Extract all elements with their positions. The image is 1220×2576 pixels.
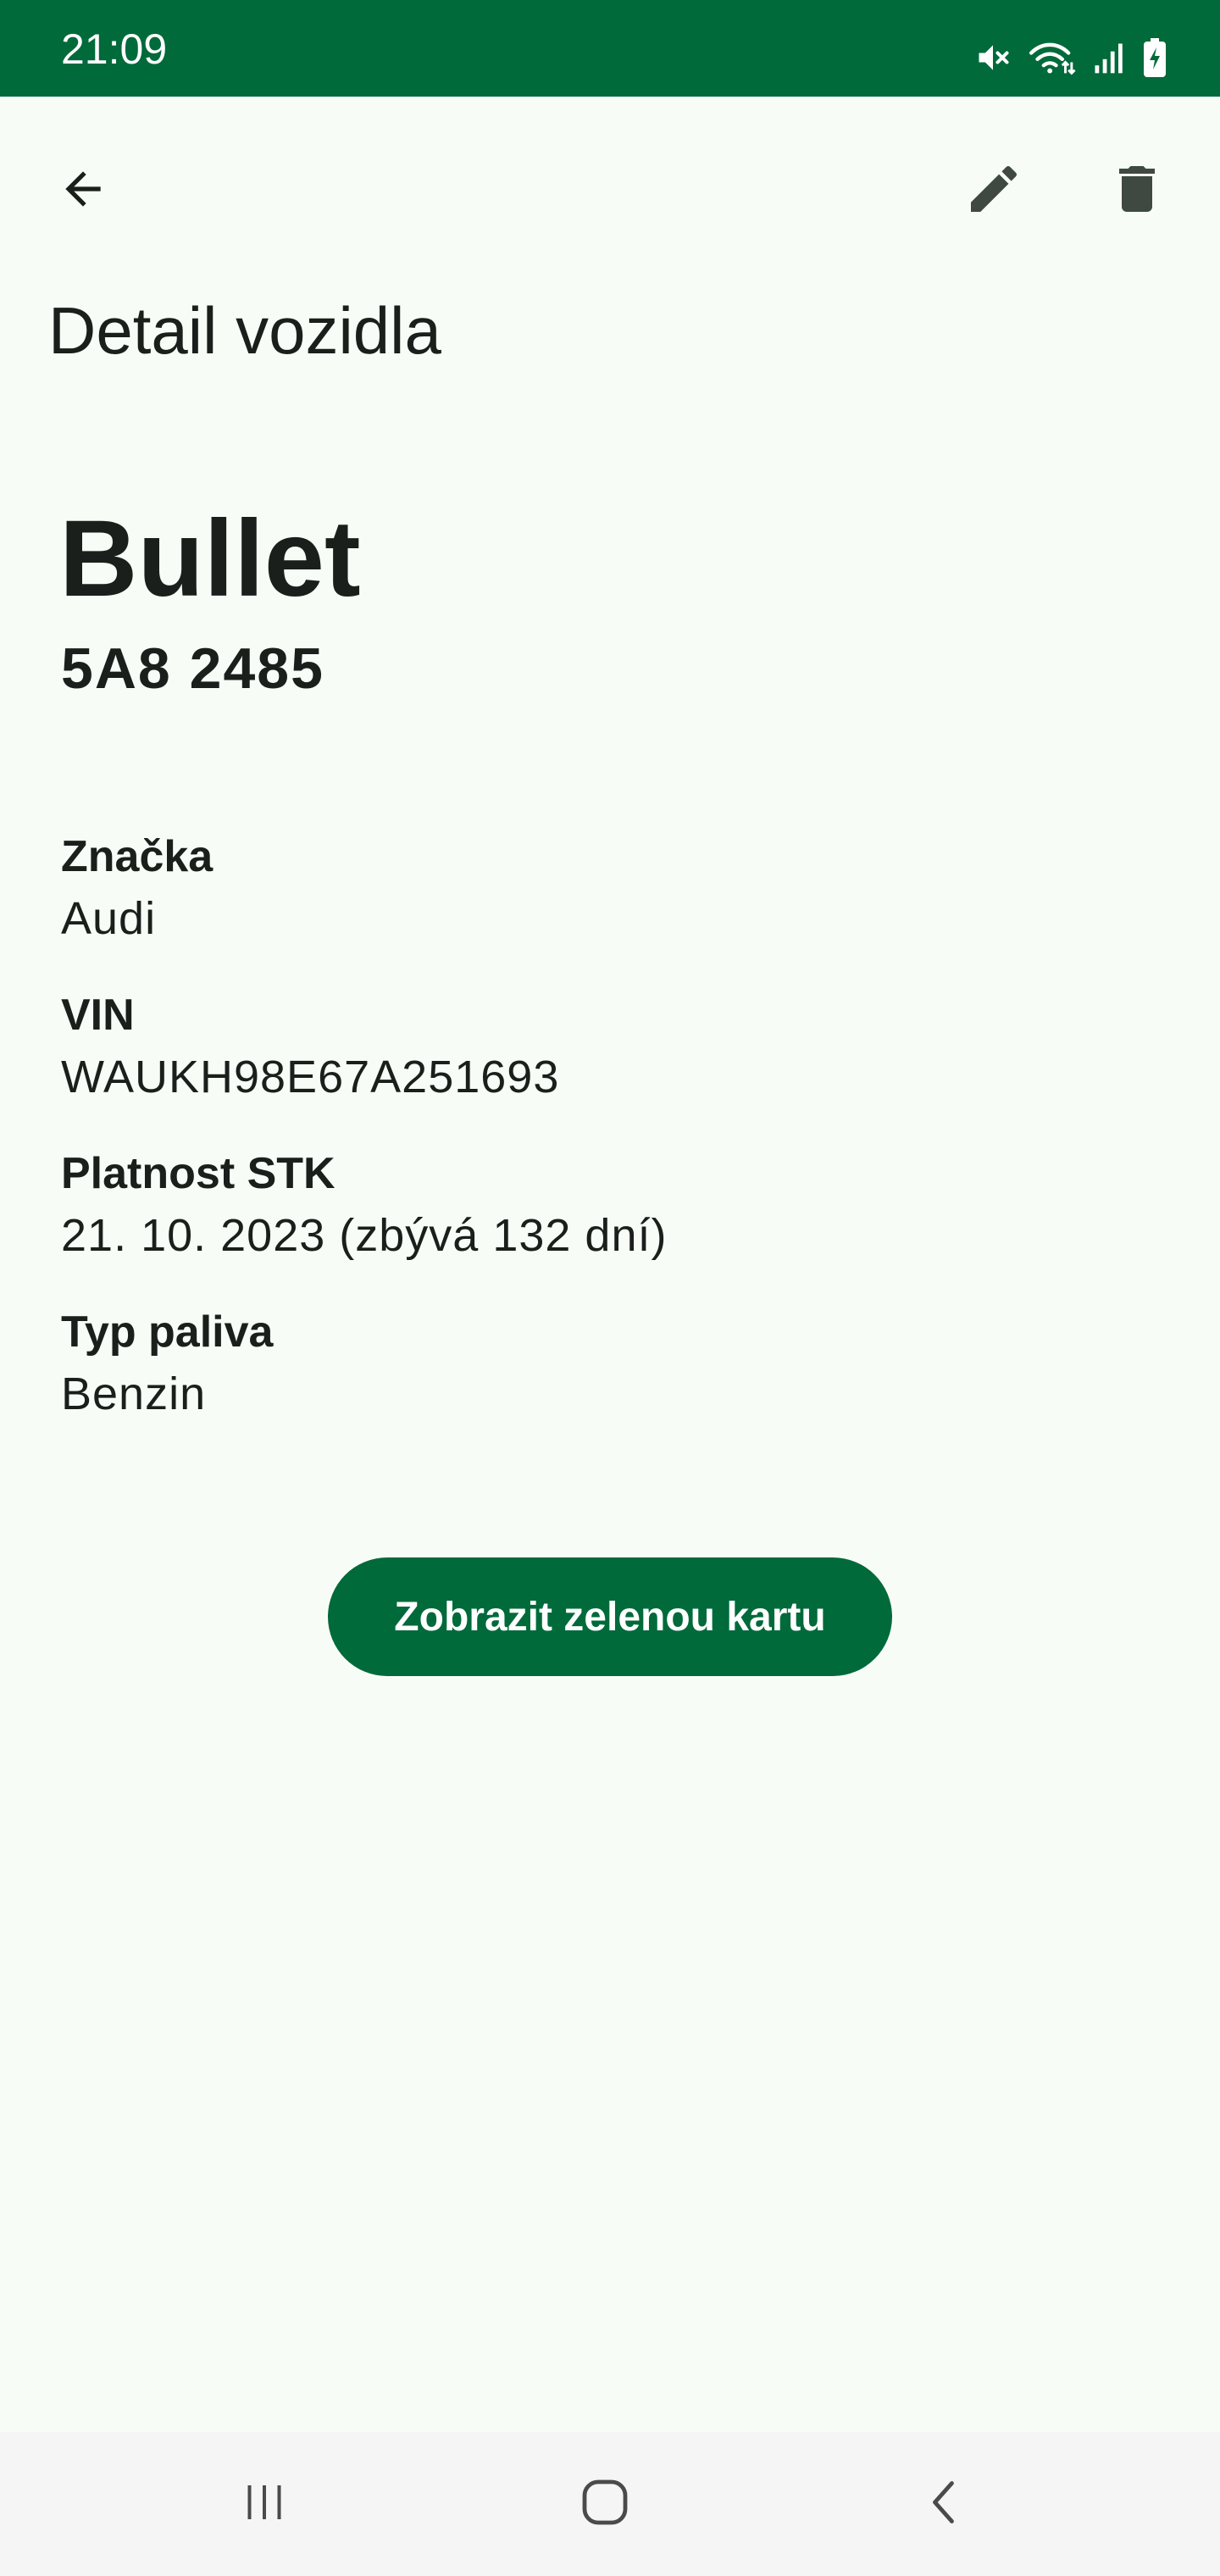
- vehicle-name: Bullet: [59, 498, 361, 619]
- detail-item-stk: Platnost STK 21. 10. 2023 (zbývá 132 dní…: [61, 1144, 1162, 1302]
- signal-icon: [1091, 39, 1127, 76]
- recent-apps-icon: [239, 2477, 290, 2532]
- back-button[interactable]: [32, 140, 134, 242]
- detail-value: WAUKH98E67A251693: [61, 1052, 560, 1102]
- vehicle-plate: 5A8 2485: [61, 636, 324, 701]
- back-icon: [920, 2477, 971, 2532]
- edit-icon: [963, 158, 1024, 224]
- delete-button[interactable]: [1086, 140, 1188, 242]
- detail-value: 21. 10. 2023 (zbývá 132 dní): [61, 1210, 668, 1261]
- detail-label: Typ paliva: [61, 1307, 274, 1357]
- arrow-back-icon: [57, 163, 109, 219]
- edit-button[interactable]: [943, 140, 1045, 242]
- detail-label: Značka: [61, 832, 214, 881]
- battery-charging-icon: [1142, 37, 1167, 78]
- system-nav-bar: [0, 2432, 1220, 2576]
- detail-item-vin: VIN WAUKH98E67A251693: [61, 985, 1162, 1144]
- status-time: 21:09: [61, 25, 168, 73]
- detail-value: Audi: [61, 893, 157, 944]
- wifi-icon: [1027, 39, 1076, 76]
- show-green-card-button[interactable]: Zobrazit zelenou kartu: [328, 1557, 892, 1676]
- home-icon: [578, 2475, 632, 2534]
- detail-list: Značka Audi VIN WAUKH98E67A251693 Platno…: [61, 827, 1162, 1461]
- detail-label: Platnost STK: [61, 1149, 336, 1198]
- detail-item-brand: Značka Audi: [61, 827, 1162, 985]
- detail-value: Benzin: [61, 1368, 207, 1419]
- detail-label: VIN: [61, 991, 135, 1040]
- status-icons: [974, 34, 1167, 81]
- status-bar: 21:09: [0, 0, 1220, 97]
- home-button[interactable]: [529, 2449, 681, 2559]
- mute-icon: [974, 39, 1012, 76]
- detail-item-fuel: Typ paliva Benzin: [61, 1302, 1162, 1461]
- delete-icon: [1106, 158, 1167, 224]
- nav-back-button[interactable]: [869, 2449, 1022, 2559]
- page-title: Detail vozidla: [48, 293, 441, 368]
- recent-apps-button[interactable]: [188, 2449, 341, 2559]
